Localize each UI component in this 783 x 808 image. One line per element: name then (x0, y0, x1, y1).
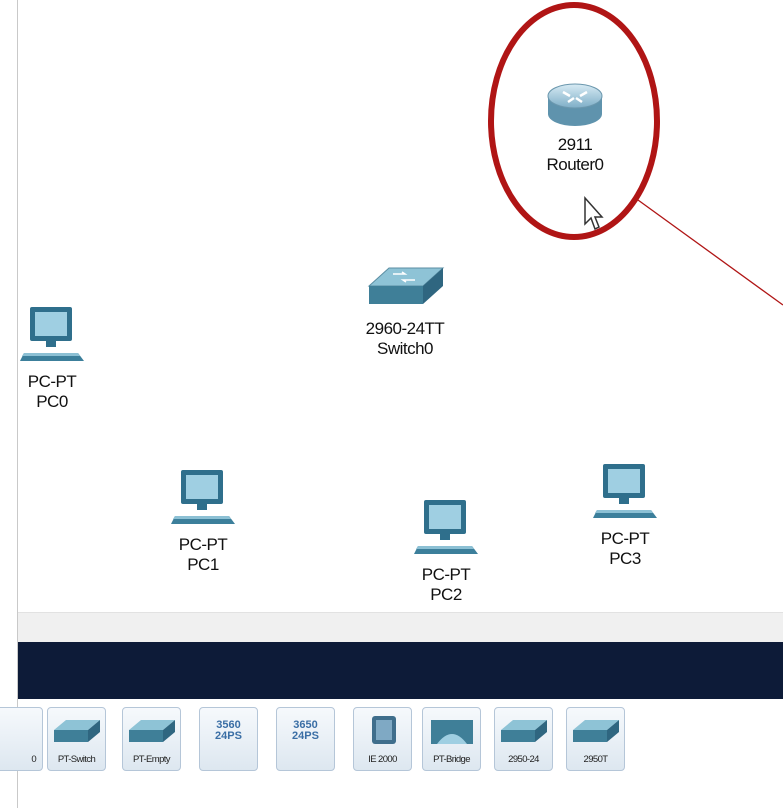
pc0-model: PC-PT (27, 372, 77, 391)
palette-item-2950t[interactable]: 2950T (566, 707, 625, 771)
palette-item-pt-empty[interactable]: PT-Empty (122, 707, 181, 771)
pc2-name: PC2 (430, 585, 462, 604)
pc-icon (171, 470, 235, 524)
device-palette: 0 PT-Switch PT-Empty 3560 24PS 3650 24PS… (0, 699, 783, 808)
pc3-device[interactable]: PC-PT PC3 (580, 460, 670, 569)
palette-item-partial[interactable]: 0 (0, 707, 43, 771)
palette-item-label: PT-Bridge (433, 754, 470, 765)
switch-icon (129, 720, 175, 742)
router0-device[interactable]: 2911 Router0 (520, 78, 630, 175)
logical-workspace[interactable]: 2911 Router0 2960-24TT Switch0 PC-PT PC0 (18, 0, 783, 612)
palette-item-pt-switch[interactable]: PT-Switch (47, 707, 106, 771)
palette-item-label: PT-Empty (133, 754, 171, 765)
pc3-model: PC-PT (600, 529, 650, 548)
palette-item-label: 0 (31, 754, 36, 765)
pc-icon (20, 307, 84, 361)
switch0-device[interactable]: 2960-24TT Switch0 (345, 262, 465, 359)
bridge-icon (431, 720, 473, 744)
pc2-model: PC-PT (421, 565, 471, 584)
pc-icon (593, 464, 657, 518)
palette-item-label: 2950T (583, 754, 609, 765)
palette-item-3560[interactable]: 3560 24PS (199, 707, 258, 771)
pc1-model: PC-PT (178, 535, 228, 554)
pc0-name: PC0 (36, 392, 68, 411)
pc0-device[interactable]: PC-PT PC0 (18, 303, 92, 412)
palette-item-label: 3650 24PS (292, 719, 319, 742)
switch-name: Switch0 (376, 339, 434, 358)
palette-item-label: 3560 24PS (215, 719, 242, 742)
switch-model: 2960-24TT (365, 319, 445, 338)
switch-icon (501, 720, 547, 742)
workspace-bottom-strip (18, 612, 783, 643)
palette-item-label: IE 2000 (368, 754, 397, 765)
palette-item-label: PT-Switch (57, 754, 96, 765)
switch-icon (54, 720, 100, 742)
palette-item-ie2000[interactable]: IE 2000 (353, 707, 412, 771)
device-category-bar (18, 642, 783, 699)
pc1-name: PC1 (187, 555, 219, 574)
palette-item-label: 2950-24 (508, 754, 539, 765)
pc3-name: PC3 (609, 549, 641, 568)
industrial-switch-icon (372, 716, 396, 744)
mouse-pointer-icon (584, 196, 604, 231)
pc1-device[interactable]: PC-PT PC1 (158, 466, 248, 575)
router-model: 2911 (557, 135, 593, 154)
palette-item-pt-bridge[interactable]: PT-Bridge (422, 707, 481, 771)
left-panel-edge (0, 0, 18, 808)
router-icon (547, 83, 603, 126)
annotation-line (637, 199, 783, 306)
switch-icon (367, 267, 445, 304)
router-name: Router0 (546, 155, 604, 174)
pc2-device[interactable]: PC-PT PC2 (401, 496, 491, 605)
pc-icon (414, 500, 478, 554)
palette-item-3650[interactable]: 3650 24PS (276, 707, 335, 771)
palette-item-2950-24[interactable]: 2950-24 (494, 707, 553, 771)
switch-icon (573, 720, 619, 742)
